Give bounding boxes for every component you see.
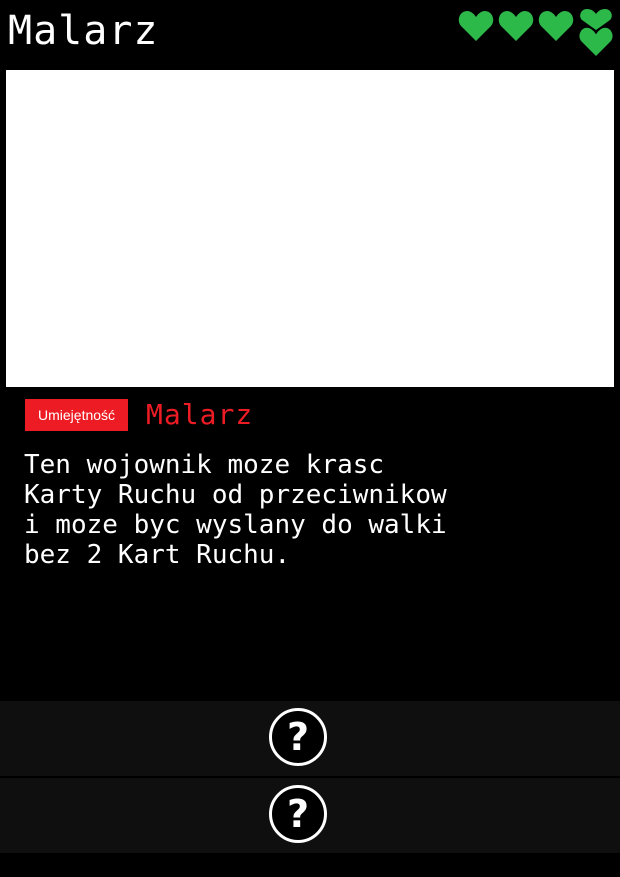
action-slot: ? (0, 701, 620, 776)
description-line: bez 2 Kart Ruchu. (24, 540, 291, 570)
ability-name: Malarz (146, 398, 254, 431)
description-line: Ten wojownik moze krasc (24, 450, 385, 480)
ability-row: Umiejętność Malarz (25, 398, 253, 432)
question-mark-icon: ? (286, 715, 310, 759)
card-title: Malarz (8, 8, 159, 54)
ability-description: Ten wojownik moze krasc Karty Ruchu od p… (24, 450, 604, 570)
help-button[interactable]: ? (269, 785, 327, 843)
help-button[interactable]: ? (269, 708, 327, 766)
question-mark-icon: ? (286, 792, 310, 836)
health-hearts (458, 8, 618, 60)
heart-icon (538, 10, 574, 42)
ability-badge: Umiejętność (25, 399, 129, 431)
description-line: i moze byc wyslany do walki (24, 510, 447, 540)
stacked-heart-icon (578, 8, 614, 58)
card-art (6, 70, 614, 387)
heart-icon (458, 10, 494, 42)
heart-icon (498, 10, 534, 42)
description-line: Karty Ruchu od przeciwnikow (24, 480, 447, 510)
action-slot: ? (0, 778, 620, 853)
